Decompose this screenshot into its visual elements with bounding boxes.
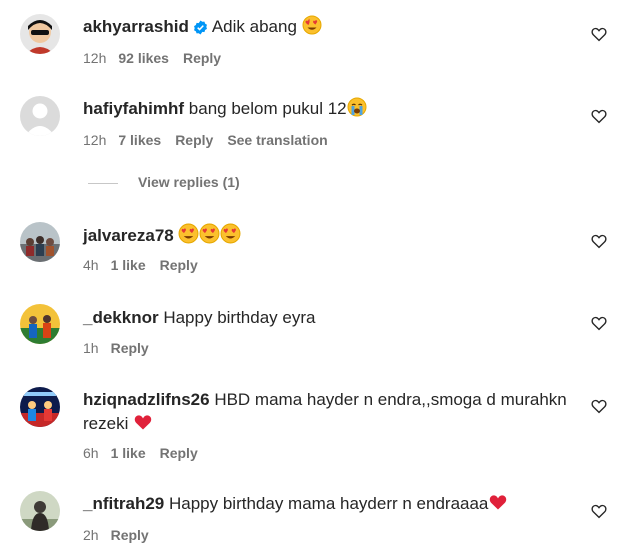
- heart-outline-icon[interactable]: [590, 232, 608, 250]
- view-replies-button[interactable]: View replies (1): [88, 174, 240, 190]
- comment-text: Adik abang: [211, 17, 297, 36]
- heart-eyes-emoji: [302, 15, 322, 42]
- avatar[interactable]: [20, 222, 60, 262]
- likes-count[interactable]: 1 like: [111, 445, 146, 461]
- username[interactable]: _nfitrah29: [83, 494, 164, 513]
- comment-text: HBD mama hayder n endra,,smoga d murahkn: [214, 390, 567, 409]
- heart-outline-icon[interactable]: [590, 25, 608, 43]
- timestamp: 12h: [83, 50, 107, 66]
- timestamp: 12h: [83, 132, 107, 148]
- username[interactable]: hziqnadzlifns26: [83, 390, 210, 409]
- comment-text: bang belom pukul 12: [188, 99, 347, 118]
- red-heart-emoji: [488, 492, 508, 519]
- heart-outline-icon[interactable]: [590, 502, 608, 520]
- username[interactable]: jalvareza78: [83, 226, 174, 245]
- avatar[interactable]: [20, 14, 60, 54]
- reply-button[interactable]: Reply: [183, 50, 221, 66]
- timestamp: 6h: [83, 445, 99, 461]
- view-replies-label: View replies (1): [138, 174, 240, 190]
- avatar[interactable]: [20, 96, 60, 136]
- replies-divider: [88, 182, 118, 184]
- heart-outline-icon[interactable]: [590, 314, 608, 332]
- reply-button[interactable]: Reply: [111, 527, 149, 543]
- timestamp: 4h: [83, 257, 99, 273]
- reply-button[interactable]: Reply: [160, 445, 198, 461]
- comment-text: Happy birthday mama hayderr n endraaaa: [168, 494, 489, 513]
- reply-button[interactable]: Reply: [175, 132, 213, 148]
- comment-text: Happy birthday eyra: [163, 308, 316, 327]
- username[interactable]: akhyarrashid: [83, 17, 189, 36]
- reply-button[interactable]: Reply: [111, 340, 149, 356]
- heart-eyes-emoji: [220, 223, 241, 251]
- likes-count[interactable]: 1 like: [111, 257, 146, 273]
- crying-emoji: [347, 97, 367, 124]
- avatar[interactable]: [20, 387, 60, 427]
- avatar[interactable]: [20, 491, 60, 531]
- username[interactable]: _dekknor: [83, 308, 159, 327]
- likes-count[interactable]: 7 likes: [118, 132, 161, 148]
- likes-count[interactable]: 92 likes: [118, 50, 169, 66]
- heart-eyes-emoji: [178, 223, 199, 251]
- red-heart-emoji: [133, 412, 153, 439]
- verified-badge-icon: [193, 18, 208, 42]
- avatar[interactable]: [20, 304, 60, 344]
- timestamp: 2h: [83, 527, 99, 543]
- heart-outline-icon[interactable]: [590, 397, 608, 415]
- timestamp: 1h: [83, 340, 99, 356]
- heart-outline-icon[interactable]: [590, 107, 608, 125]
- heart-eyes-emoji: [199, 223, 220, 251]
- comment-text-continued: rezeki: [83, 414, 129, 433]
- reply-button[interactable]: Reply: [160, 257, 198, 273]
- see-translation-button[interactable]: See translation: [227, 132, 327, 148]
- username[interactable]: hafiyfahimhf: [83, 99, 184, 118]
